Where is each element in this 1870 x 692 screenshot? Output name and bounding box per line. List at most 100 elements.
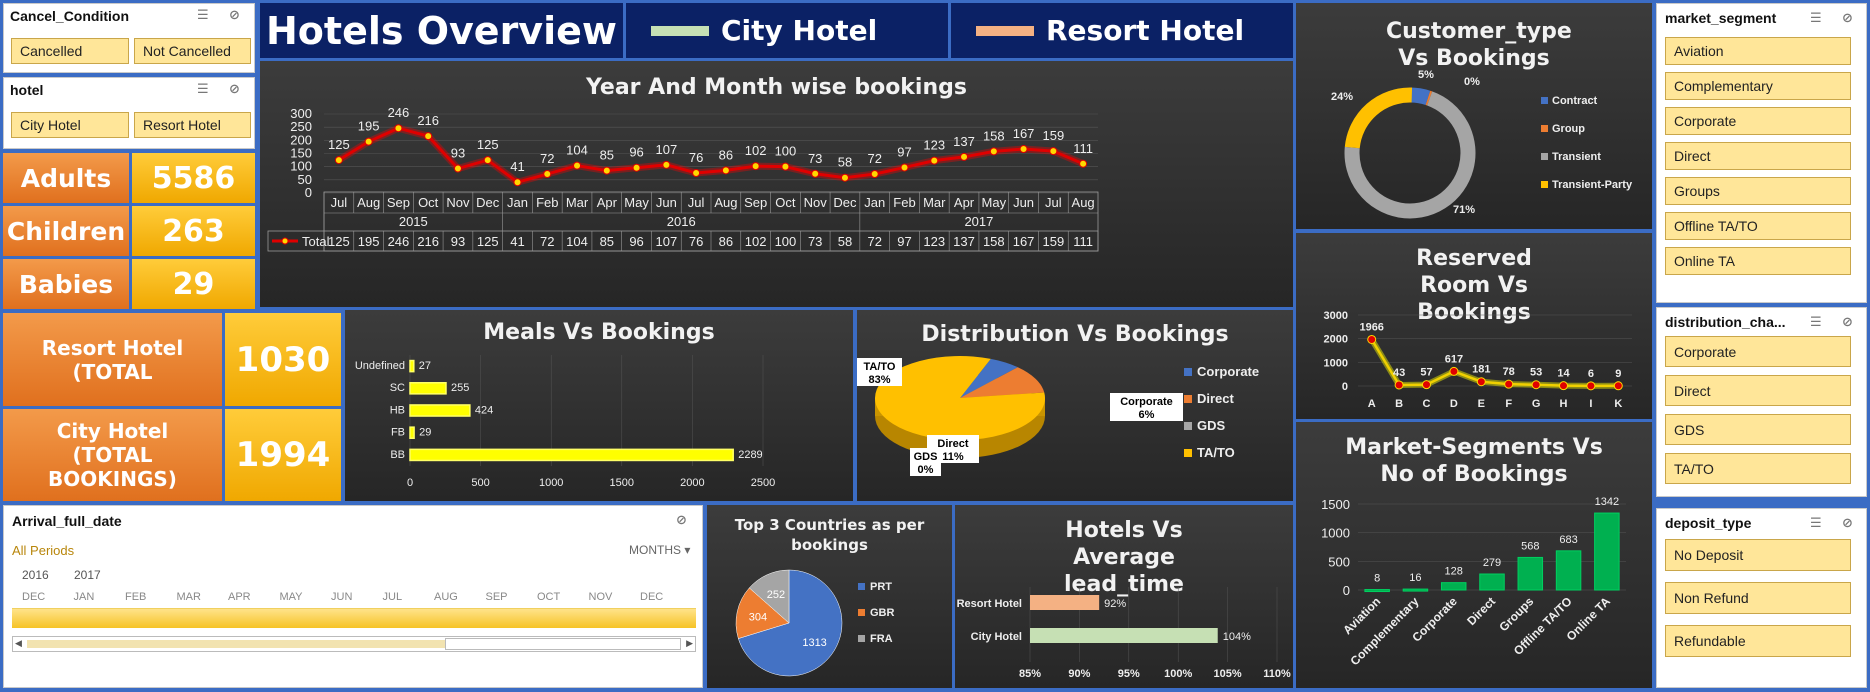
clear-filter-icon[interactable]: ⊘ [229, 81, 240, 97]
slicer-item-online-ta[interactable]: Online TA [1665, 247, 1851, 275]
bar [409, 382, 447, 395]
data-label: 279 [1483, 557, 1501, 569]
data-point [513, 178, 522, 187]
timeline-month[interactable]: MAY [280, 591, 303, 603]
data-point [1079, 159, 1088, 168]
time-level-select[interactable]: MONTHS ▾ [629, 543, 690, 557]
scroll-right-arrow-icon[interactable]: ▶ [686, 638, 693, 649]
multi-select-icon[interactable]: ☰ [197, 81, 209, 97]
y-tick-label: 200 [290, 132, 312, 147]
deposit-type-slicer[interactable]: deposit_type ☰ ⊘ No Deposit Non Refund Ref… [1656, 508, 1867, 688]
slicer-item-ta-to[interactable]: TA/TO [1665, 453, 1851, 484]
timeline-month[interactable]: SEP [486, 591, 508, 603]
table-value: 58 [838, 234, 852, 249]
city-total-value: 1994 [225, 409, 341, 501]
slicer-item-direct[interactable]: Direct [1665, 375, 1851, 406]
data-point [1449, 366, 1459, 376]
timeline-month[interactable]: JUN [331, 591, 352, 603]
slicer-item-groups[interactable]: Groups [1665, 177, 1851, 205]
slicer-item-non-refund[interactable]: Non Refund [1665, 582, 1851, 614]
multi-select-icon[interactable]: ☰ [197, 7, 209, 23]
multi-select-icon[interactable]: ☰ [1810, 515, 1822, 531]
distribution-bookings-chart: Distribution Vs Bookings Corporate 6% Dire… [857, 310, 1293, 501]
slicer-title: market_segment [1665, 10, 1777, 26]
legend-swatch [1541, 181, 1548, 188]
clear-filter-icon[interactable]: ⊘ [1842, 10, 1853, 26]
slicer-item-city-hotel[interactable]: City Hotel [11, 112, 129, 138]
data-point [424, 132, 433, 141]
x-tick-label: 95% [1118, 668, 1140, 680]
clear-filter-icon[interactable]: ⊘ [1842, 314, 1853, 330]
year-month-bookings-chart: Year And Month wise bookings 0 50 100 150 20… [260, 61, 1293, 307]
timeline-month[interactable]: MAR [177, 591, 201, 603]
x-tick-label: Apr [954, 195, 975, 210]
multi-select-icon[interactable]: ☰ [1810, 10, 1822, 26]
data-label: 128 [1445, 566, 1463, 578]
scroll-thumb[interactable] [445, 638, 681, 650]
bar [409, 426, 415, 440]
timeline-scrollbar[interactable]: ◀ ▶ [12, 636, 696, 652]
data-label: 58 [838, 155, 852, 170]
scroll-left-arrow-icon[interactable]: ◀ [15, 638, 22, 649]
babies-value: 29 [132, 259, 255, 309]
arrival-date-timeline[interactable]: Arrival_full_date ⊘ All Periods MONTHS ▾… [3, 505, 703, 688]
slicer-item-no-deposit[interactable]: No Deposit [1665, 539, 1851, 571]
slicer-title: deposit_type [1665, 515, 1752, 531]
y-tick-label: 100 [290, 159, 312, 174]
slicer-item-complementary[interactable]: Complementary [1665, 72, 1851, 100]
slicer-item-gds[interactable]: GDS [1665, 414, 1851, 445]
data-label: 96 [629, 145, 643, 160]
slicer-item-aviation[interactable]: Aviation [1665, 37, 1851, 65]
clear-filter-icon[interactable]: ⊘ [229, 7, 240, 23]
data-label: 6 [1588, 368, 1594, 380]
legend-swatch [1541, 125, 1548, 132]
distribution-channel-slicer[interactable]: distribution_cha... ☰ ⊘ Corporate Direct G… [1656, 307, 1867, 497]
timeline-month[interactable]: DEC [640, 591, 663, 603]
slicer-item-refundable[interactable]: Refundable [1665, 625, 1851, 657]
legend-label: Group [1552, 123, 1585, 135]
multi-select-icon[interactable]: ☰ [1810, 314, 1822, 330]
table-value: 137 [953, 234, 975, 249]
data-label: 137 [953, 134, 975, 149]
data-point [1613, 381, 1623, 391]
timeline-month[interactable]: JAN [74, 591, 95, 603]
data-label: 255 [451, 382, 469, 394]
slicer-item-corporate[interactable]: Corporate [1665, 336, 1851, 367]
timeline-month[interactable]: JUL [383, 591, 403, 603]
data-label: TA/TO [864, 361, 896, 373]
data-point [721, 166, 730, 175]
clear-filter-icon[interactable]: ⊘ [1842, 515, 1853, 531]
clear-filter-icon[interactable]: ⊘ [676, 512, 687, 528]
data-label: 100 [775, 144, 797, 159]
legend-city-label: City Hotel [721, 14, 878, 47]
table-value: 159 [1042, 234, 1064, 249]
market-segment-slicer[interactable]: market_segment ☰ ⊘ Aviation Complementary… [1656, 3, 1867, 303]
slicer-item-cancelled[interactable]: Cancelled [11, 38, 129, 64]
x-tick-label: Apr [597, 195, 618, 210]
data-label: 6% [1139, 409, 1155, 421]
table-value: 73 [808, 234, 822, 249]
scroll-track[interactable] [27, 640, 457, 648]
data-label: 76 [689, 150, 703, 165]
cancel-condition-slicer[interactable]: Cancel_Condition ☰ ⊘ Cancelled Not Cance… [3, 3, 255, 73]
data-label: 424 [475, 404, 493, 416]
table-value: 158 [983, 234, 1005, 249]
timeline-month[interactable]: FEB [125, 591, 146, 603]
data-point [1504, 379, 1514, 389]
timeline-month[interactable]: APR [228, 591, 251, 603]
slicer-title: Cancel_Condition [10, 8, 130, 24]
timeline-month[interactable]: OCT [537, 591, 560, 603]
y-tick-label: Undefined [355, 360, 405, 372]
timeline-bar[interactable] [12, 608, 696, 628]
legend-resort-label: Resort Hotel [1046, 14, 1245, 47]
slicer-item-corporate[interactable]: Corporate [1665, 107, 1851, 135]
timeline-month[interactable]: DEC [22, 591, 45, 603]
slicer-item-resort-hotel[interactable]: Resort Hotel [134, 112, 251, 138]
slicer-item-direct[interactable]: Direct [1665, 142, 1851, 170]
hotel-slicer[interactable]: hotel ☰ ⊘ City Hotel Resort Hotel [3, 77, 255, 149]
x-tick-label: 90% [1068, 668, 1090, 680]
timeline-month[interactable]: AUG [434, 591, 458, 603]
slicer-item-not-cancelled[interactable]: Not Cancelled [134, 38, 251, 64]
timeline-month[interactable]: NOV [589, 591, 613, 603]
slicer-item-offline-ta-to[interactable]: Offline TA/TO [1665, 212, 1851, 240]
